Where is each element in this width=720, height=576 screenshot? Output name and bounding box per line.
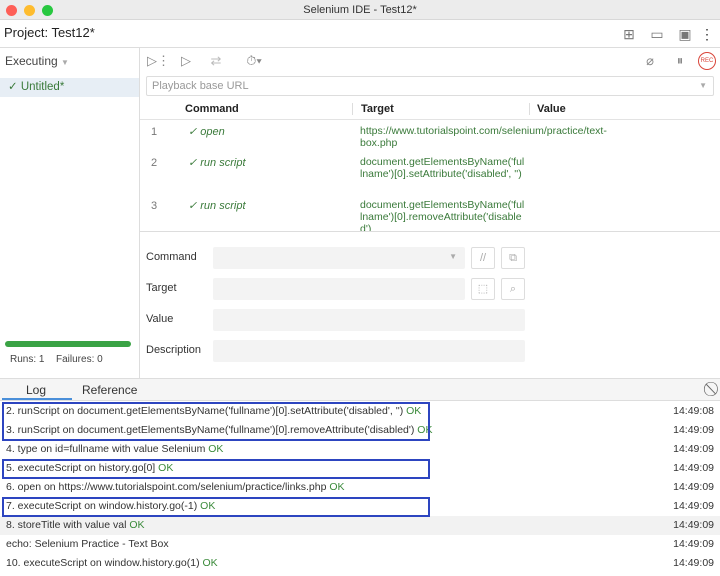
value-input[interactable]: [213, 309, 525, 331]
run-icon[interactable]: ▷: [176, 52, 196, 70]
maximize-window-button[interactable]: [42, 5, 53, 16]
mode-label: Executing: [5, 54, 58, 68]
chevron-down-icon[interactable]: ▼: [699, 77, 707, 95]
status-ok: OK: [202, 557, 218, 569]
row-command: ✓ run script: [188, 200, 246, 212]
row-target: https://www.tutorialspoint.com/selenium/…: [360, 125, 607, 149]
find-target-icon[interactable]: ⌕: [501, 278, 525, 300]
tab-reference[interactable]: Reference: [82, 383, 137, 397]
log-timestamp: 14:49:09: [673, 557, 714, 569]
close-window-button[interactable]: [6, 5, 17, 16]
highlight-box: [2, 459, 430, 479]
progress-bar: [5, 341, 131, 347]
log-message: 6. open on https://www.tutorialspoint.co…: [6, 481, 345, 493]
log-timestamp: 14:49:09: [673, 538, 714, 550]
column-command: Command: [185, 103, 239, 115]
window-title: Selenium IDE - Test12*: [303, 4, 417, 16]
base-url-input[interactable]: Playback base URL ▼: [146, 76, 714, 96]
panel-tabs: Log Reference ⃠: [0, 379, 720, 401]
log-entry: 8. storeTitle with value val OK 14:49:09: [0, 516, 720, 535]
log-message: echo: Selenium Practice - Text Box: [6, 538, 169, 550]
test-item-untitled[interactable]: ✓ Untitled*: [0, 78, 139, 97]
tab-log[interactable]: Log: [26, 383, 46, 397]
command-input[interactable]: ▼: [213, 247, 465, 269]
chevron-down-icon[interactable]: ▼: [449, 252, 457, 261]
status-ok: OK: [329, 481, 345, 493]
active-tab-indicator: [2, 398, 72, 400]
minimize-window-button[interactable]: [24, 5, 35, 16]
log-message: 10. executeScript on window.history.go(1…: [6, 557, 218, 569]
table-row[interactable]: 2 ✓ run script document.getElementsByNam…: [140, 155, 720, 195]
project-title[interactable]: Project: Test12*: [4, 25, 95, 40]
step-icon[interactable]: ⇄: [206, 52, 226, 70]
mode-dropdown[interactable]: Executing ▼: [5, 54, 69, 68]
divider: [140, 231, 720, 232]
row-target: document.getElementsByName('fullname')[0…: [360, 156, 525, 180]
highlight-box: [2, 402, 430, 441]
column-value: Value: [529, 103, 566, 115]
log-timestamp: 14:49:09: [673, 500, 714, 512]
pause-icon[interactable]: ⏸: [670, 52, 690, 70]
title-bar: Selenium IDE - Test12*: [0, 0, 720, 20]
value-label: Value: [146, 313, 174, 325]
sidebar: Executing ▼ ✓ Untitled* Runs: 1 Failures…: [0, 48, 140, 378]
disable-breakpoints-icon[interactable]: ⌀: [640, 52, 660, 70]
log-entry: echo: Selenium Practice - Text Box 14:49…: [0, 535, 720, 554]
column-target: Target: [352, 103, 394, 115]
row-command: ✓ run script: [188, 157, 246, 169]
description-label: Description: [146, 344, 202, 356]
log-timestamp: 14:49:08: [673, 405, 714, 417]
target-input[interactable]: [213, 278, 465, 300]
record-icon[interactable]: REC: [698, 52, 716, 70]
log-entry: 10. executeScript on window.history.go(1…: [0, 554, 720, 573]
command-label: Command: [146, 251, 197, 263]
more-icon[interactable]: ⋮: [698, 25, 716, 43]
table-row[interactable]: 1 ✓ open https://www.tutorialspoint.com/…: [140, 124, 720, 150]
log-entry: 4. type on id=fullname with value Seleni…: [0, 440, 720, 459]
table-row[interactable]: 3 ✓ run script document.getElementsByNam…: [140, 198, 720, 231]
log-message: 8. storeTitle with value val OK: [6, 519, 145, 531]
log-timestamp: 14:49:09: [673, 424, 714, 436]
open-reference-icon[interactable]: ⧉: [501, 247, 525, 269]
select-target-icon[interactable]: ⬚: [471, 278, 495, 300]
failures-count: Failures: 0: [56, 354, 103, 365]
table-header: Command Target Value: [140, 100, 720, 120]
toolbar: ▷⋮ ▷ ⇄ ⏱▾ ⌀ ⏸ REC: [140, 48, 720, 74]
target-label: Target: [146, 282, 177, 294]
new-suite-icon[interactable]: ⊞: [620, 25, 638, 43]
row-number: 1: [151, 126, 158, 138]
status-ok: OK: [208, 443, 224, 455]
log-message: 4. type on id=fullname with value Seleni…: [6, 443, 224, 455]
log-timestamp: 14:49:09: [673, 443, 714, 455]
runs-count: Runs: 1: [10, 354, 45, 365]
highlight-box: [2, 497, 430, 517]
log-panel: Log Reference ⃠ 2. runScript on document…: [0, 378, 720, 576]
speed-icon[interactable]: ⏱▾: [240, 52, 268, 70]
row-number: 2: [151, 157, 158, 169]
comment-button[interactable]: //: [471, 247, 495, 269]
log-timestamp: 14:49:09: [673, 462, 714, 474]
run-all-icon[interactable]: ▷⋮: [147, 52, 170, 70]
save-icon[interactable]: ▣: [676, 25, 694, 43]
base-url-placeholder: Playback base URL: [152, 80, 249, 92]
description-input[interactable]: [213, 340, 525, 362]
log-timestamp: 14:49:09: [673, 481, 714, 493]
row-target: document.getElementsByName('fullname')[0…: [360, 199, 525, 231]
chevron-down-icon: ▼: [61, 58, 69, 67]
log-timestamp: 14:49:09: [673, 519, 714, 531]
row-command: ✓ open: [188, 126, 225, 138]
open-folder-icon[interactable]: ▭: [648, 25, 666, 43]
project-bar: Project: Test12* ⊞ ▭ ▣ ⋮: [0, 20, 720, 48]
log-entry: 6. open on https://www.tutorialspoint.co…: [0, 478, 720, 497]
row-number: 3: [151, 200, 158, 212]
status-ok: OK: [129, 519, 145, 531]
